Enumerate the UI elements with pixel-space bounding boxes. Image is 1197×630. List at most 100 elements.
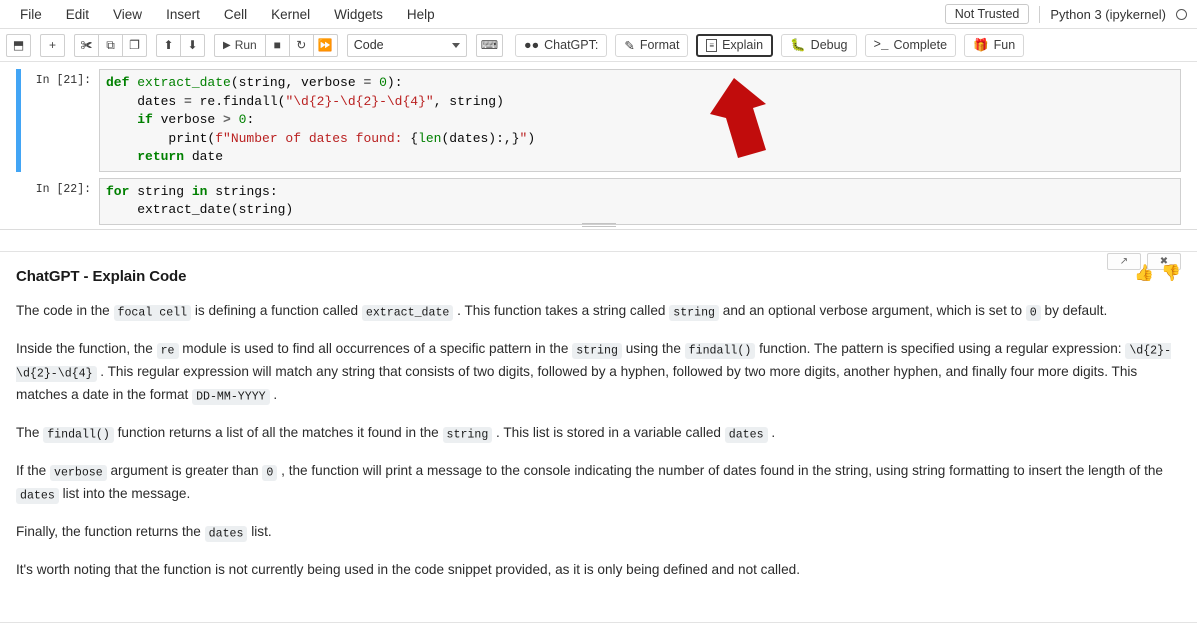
- move-button-group: ⬆ ⬇: [156, 33, 205, 57]
- thumbs-up-icon[interactable]: 👍: [1134, 266, 1154, 282]
- notebook-cell[interactable]: In [22]: for string in strings: extract_d…: [16, 177, 1181, 225]
- code-token: extract_date(string): [106, 202, 294, 217]
- code-token: =: [184, 93, 192, 109]
- menu-item-edit[interactable]: Edit: [54, 3, 101, 26]
- gift-icon: 🎁: [973, 37, 989, 52]
- cell-code-editor[interactable]: def extract_date(string, verbose = 0): d…: [99, 69, 1181, 172]
- panel-title: ChatGPT - Explain Code: [16, 268, 187, 285]
- chatgpt-panel: ↗ ✖ 👍 👎 ChatGPT - Explain Code The code …: [0, 251, 1197, 630]
- explain-label: Explain: [722, 38, 764, 52]
- fun-button[interactable]: 🎁 Fun: [964, 33, 1025, 57]
- panel-resize-handle[interactable]: [581, 223, 616, 227]
- cell-execution-prompt: In [21]:: [35, 74, 91, 87]
- copy-cell-button[interactable]: ⧉: [98, 33, 123, 57]
- inline-code: 0: [1025, 304, 1041, 321]
- code-token: strings:: [207, 183, 278, 199]
- kernel-idle-indicator-icon: [1176, 8, 1187, 20]
- inline-code: extract_date: [361, 304, 454, 321]
- code-token: extract_date: [137, 75, 231, 90]
- cell-execution-prompt: In [22]:: [35, 182, 91, 196]
- code-token: ):: [386, 75, 403, 90]
- restart-and-run-all-button[interactable]: ⏩: [312, 33, 338, 57]
- menu-item-help[interactable]: Help: [395, 3, 447, 26]
- move-cell-down-button[interactable]: ⬇: [180, 33, 205, 57]
- code-token: for: [106, 183, 130, 199]
- code-token: (dates):,: [441, 130, 512, 146]
- menubar-status-area: Not Trusted Python 3 (ipykernel): [944, 4, 1197, 24]
- explanation-paragraph: The findall() function returns a list of…: [16, 425, 776, 443]
- code-token: 0: [379, 75, 387, 90]
- toolbar: ⬒ + ✀ ⧉ ❐ ⬆ ⬇ ▶ Run ■ ↻ ⏩ Code ⌨ ●● Chat…: [0, 29, 1197, 62]
- explanation-paragraph: Finally, the function returns the dates …: [16, 524, 272, 542]
- feedback-controls: 👍 👎: [1134, 266, 1181, 282]
- inline-code: verbose: [50, 464, 107, 481]
- code-token: print(: [106, 130, 216, 146]
- menu-item-cell[interactable]: Cell: [212, 3, 259, 26]
- cut-cell-button[interactable]: ✀: [74, 33, 99, 57]
- chatgpt-icon: ●●: [524, 38, 540, 52]
- paste-cell-button[interactable]: ❐: [122, 33, 147, 57]
- code-token: verbose: [152, 112, 224, 127]
- format-button[interactable]: ✎ Format: [615, 33, 689, 57]
- bug-icon: 🐛: [790, 37, 806, 52]
- code-token: :: [246, 112, 255, 127]
- run-button-group: ▶ Run ■ ↻ ⏩: [214, 33, 338, 57]
- trust-status-badge[interactable]: Not Trusted: [944, 4, 1030, 24]
- menu-item-file[interactable]: File: [8, 3, 54, 26]
- menu-item-insert[interactable]: Insert: [154, 3, 212, 26]
- code-token: (string, verbose: [230, 75, 364, 90]
- code-token: f"Number of dates found:: [215, 130, 411, 146]
- code-token: return: [137, 149, 185, 164]
- code-token: in: [191, 183, 208, 199]
- code-token: , string): [433, 93, 504, 109]
- menu-item-widgets[interactable]: Widgets: [322, 3, 395, 26]
- panel-body: 👍 👎 ChatGPT - Explain Code The code in t…: [0, 252, 1197, 580]
- explanation-paragraph: It's worth noting that the function is n…: [16, 562, 800, 577]
- divider: [1039, 5, 1041, 23]
- debug-label: Debug: [810, 38, 848, 52]
- inline-code: dates: [724, 426, 768, 443]
- insert-cell-below-button[interactable]: +: [40, 33, 65, 57]
- code-token: }: [511, 130, 520, 146]
- move-cell-up-button[interactable]: ⬆: [156, 33, 181, 57]
- thumbs-down-icon[interactable]: 👎: [1161, 266, 1181, 282]
- interrupt-kernel-button[interactable]: ■: [264, 33, 290, 57]
- notebook-cell-list: In [21]: def extract_date(string, verbose…: [0, 69, 1197, 225]
- code-token: >: [223, 112, 231, 127]
- play-icon: ▶: [223, 39, 231, 51]
- code-token: if: [137, 112, 153, 127]
- inline-code: string: [669, 304, 719, 321]
- save-button[interactable]: ⬒: [6, 33, 31, 57]
- cell-code-editor[interactable]: for string in strings: extract_date(stri…: [99, 177, 1181, 225]
- inline-code: 0: [262, 464, 278, 481]
- command-palette-button[interactable]: ⌨: [475, 33, 504, 57]
- inline-code: re: [156, 342, 179, 359]
- notebook-cell[interactable]: In [21]: def extract_date(string, verbose…: [16, 69, 1181, 172]
- menu-bar: File Edit View Insert Cell Kernel Widgets Help …: [0, 0, 1197, 29]
- inline-code: findall(): [43, 426, 114, 443]
- notebook-area[interactable]: In [21]: def extract_date(string, verbose…: [0, 62, 1197, 230]
- chatgpt-label-button[interactable]: ●● ChatGPT:: [515, 33, 608, 57]
- inline-code: focal cell: [113, 304, 192, 321]
- menu-item-view[interactable]: View: [101, 3, 154, 26]
- cell-type-select[interactable]: Code: [346, 33, 467, 57]
- menu-items: File Edit View Insert Cell Kernel Widgets Help: [8, 3, 447, 26]
- inline-code: dates: [204, 525, 248, 542]
- inline-code: findall(): [684, 342, 756, 359]
- kernel-name-label: Python 3 (ipykernel): [1050, 6, 1166, 22]
- terminal-prompt-icon: >_: [873, 38, 889, 52]
- complete-button[interactable]: >_ Complete: [864, 33, 957, 57]
- restart-kernel-button[interactable]: ↻: [288, 33, 314, 57]
- run-cell-button[interactable]: ▶ Run: [214, 33, 266, 57]
- debug-button[interactable]: 🐛 Debug: [781, 33, 857, 57]
- explanation-paragraph: Inside the function, the re module is us…: [16, 341, 1172, 405]
- code-token: len: [418, 130, 442, 146]
- explain-button[interactable]: ≡ Explain: [696, 33, 774, 57]
- document-lines-icon: ≡: [706, 38, 718, 52]
- inline-code: DD-MM-YYYY: [192, 388, 270, 405]
- menu-item-kernel[interactable]: Kernel: [259, 3, 322, 26]
- inline-code: string: [572, 342, 622, 359]
- chatgpt-label: ChatGPT:: [544, 38, 599, 52]
